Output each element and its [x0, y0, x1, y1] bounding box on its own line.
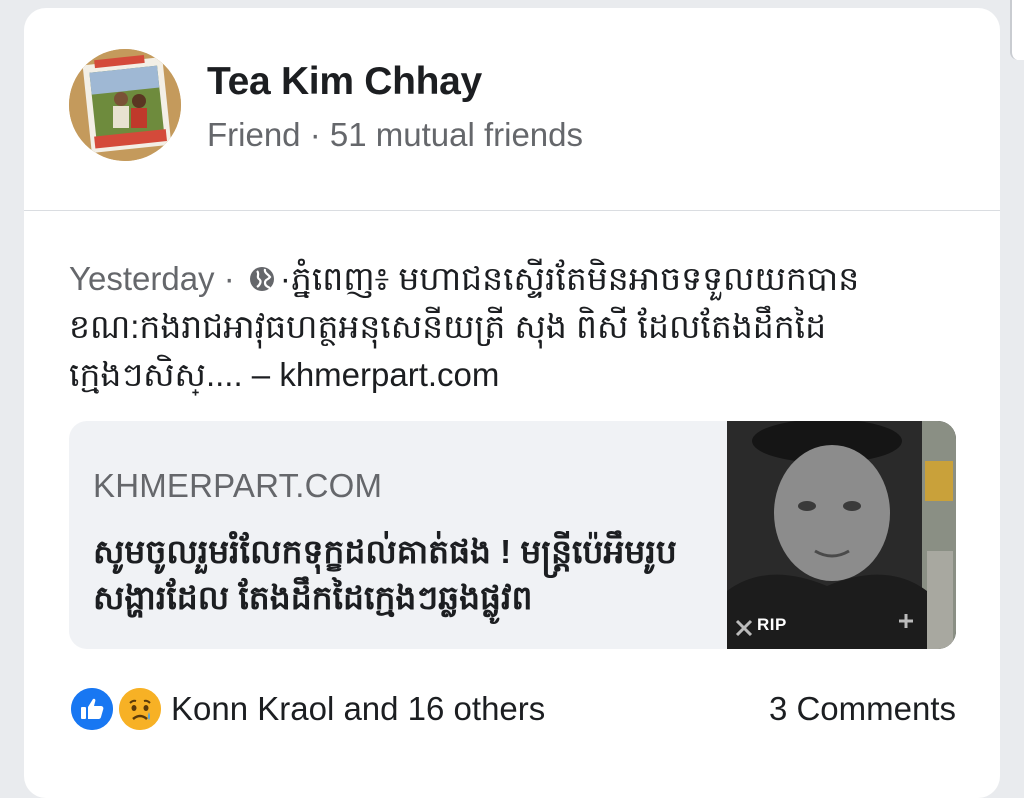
separator-dot: ·: [300, 116, 330, 153]
link-preview[interactable]: KHMERPART.COM សូមចូលរួមរំលែកទុក្ខដល់គាត់…: [69, 421, 956, 649]
avatar-image: [69, 49, 181, 161]
reaction-summary[interactable]: Konn Kraol and 16 others: [171, 690, 545, 728]
separator-dot: ·: [214, 260, 244, 297]
comments-count[interactable]: 3 Comments: [769, 690, 956, 728]
like-icon: [69, 686, 115, 732]
relationship-label: Friend: [207, 116, 301, 153]
post-footer: Konn Kraol and 16 others 3 Comments: [69, 684, 956, 732]
link-thumbnail[interactable]: RIP: [727, 421, 956, 649]
profile-name[interactable]: Tea Kim Chhay: [207, 60, 482, 104]
thumbnail-caption: RIP: [757, 615, 787, 634]
avatar[interactable]: [69, 49, 181, 161]
link-title[interactable]: សូមចូលរួមរំលែកទុក្ខដល់គាត់ផង ! មន្ត្រីប៉…: [93, 529, 713, 621]
post-header: Tea Kim Chhay Friend · 51 mutual friends: [24, 8, 1000, 211]
link-domain: KHMERPART.COM: [93, 467, 383, 504]
mutual-friends-link[interactable]: 51 mutual friends: [330, 116, 583, 153]
post-body: Yesterday · ·ភ្នំពេញ៖ មហាជនស្ទើរតែមិនអាច…: [69, 255, 969, 399]
side-panel-edge: [1010, 0, 1024, 60]
profile-subline: Friend · 51 mutual friends: [207, 116, 583, 154]
globe-icon: [249, 267, 274, 291]
reaction-icons[interactable]: [69, 684, 165, 732]
post-timestamp[interactable]: Yesterday: [69, 260, 215, 297]
post-card: Tea Kim Chhay Friend · 51 mutual friends…: [24, 8, 1000, 798]
sad-icon: [117, 686, 163, 732]
